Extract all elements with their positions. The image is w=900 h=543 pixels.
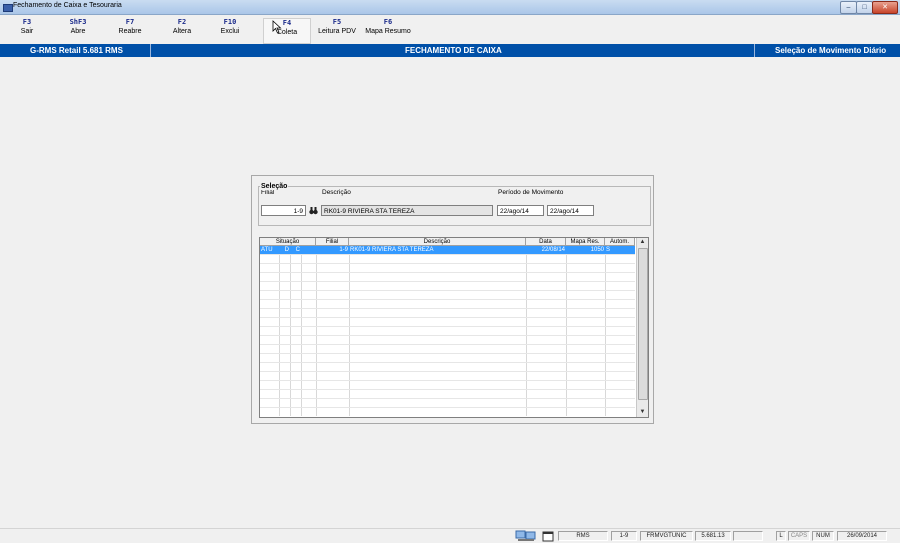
minimize-button[interactable]: –	[840, 1, 857, 14]
table-row[interactable]	[260, 354, 635, 363]
mapa-resumo-button[interactable]: F6 Mapa Resumo	[361, 18, 415, 42]
altera-button[interactable]: F2 Altera	[164, 18, 200, 42]
table-row[interactable]	[260, 372, 635, 381]
coleta-button[interactable]: F4 Coleta	[263, 18, 311, 44]
status-version: 5.681.13	[695, 531, 731, 541]
window-title: Fechamento de Caixa e Tesouraria	[13, 2, 122, 9]
title-bar: Fechamento de Caixa e Tesouraria – □ ✕	[0, 0, 900, 15]
table-row[interactable]	[260, 282, 635, 291]
periodo-label: Período de Movimento	[498, 189, 564, 196]
mouse-cursor-icon	[272, 20, 282, 34]
table-row[interactable]	[260, 291, 635, 300]
periodo-inicio-field[interactable]: 22/ago/14	[497, 205, 544, 216]
periodo-fim-field[interactable]: 22/ago/14	[547, 205, 594, 216]
selecao-group-label: Seleção	[260, 183, 289, 190]
table-row[interactable]	[260, 255, 635, 264]
table-row[interactable]	[260, 327, 635, 336]
selection-panel: Filial 1-9 Descrição RK01-9 RIVIERA STA …	[251, 175, 654, 424]
status-user: RMS	[558, 531, 608, 541]
status-filial: 1-9	[611, 531, 637, 541]
scroll-down-arrow-icon[interactable]: ▼	[637, 408, 648, 417]
table-row[interactable]: ATU D C 1-9 RK01-9 RIVIERA STA TEREZA 22…	[260, 246, 635, 255]
column-header-autom[interactable]: Autom.	[605, 238, 635, 246]
status-program: FRMVGTUNIC	[640, 531, 693, 541]
exclui-button[interactable]: F10 Exclui	[212, 18, 248, 42]
table-row[interactable]	[260, 309, 635, 318]
function-key-toolbar: F3 Sair ShF3 Abre F7 Reabre F2 Altera F10 Exc…	[0, 15, 900, 44]
network-computers-icon	[515, 530, 536, 541]
header-bar: G-RMS Retail 5.681 RMS FECHAMENTO DE CAI…	[0, 44, 900, 57]
page-title: FECHAMENTO DE CAIXA	[405, 46, 502, 55]
table-row[interactable]	[260, 381, 635, 390]
column-header-data[interactable]: Data	[526, 238, 566, 246]
table-row[interactable]	[260, 336, 635, 345]
status-l: L	[776, 531, 786, 541]
column-header-mapa-res[interactable]: Mapa Res.	[566, 238, 605, 246]
cell-situacao-c: C	[295, 247, 300, 253]
movimento-grid[interactable]: Situação Filial Descrição Data Mapa Res.…	[259, 237, 649, 418]
status-date: 26/09/2014	[837, 531, 887, 541]
binoculars-icon[interactable]	[309, 206, 318, 215]
leitura-pdv-button[interactable]: F5 Leitura PDV	[316, 18, 358, 42]
reabre-button[interactable]: F7 Reabre	[112, 18, 148, 42]
window-icon	[542, 531, 554, 542]
status-caps: CAPS	[788, 531, 810, 541]
page-context: Seleção de Movimento Diário	[775, 46, 887, 55]
table-row[interactable]	[260, 390, 635, 399]
column-header-descricao[interactable]: Descrição	[349, 238, 526, 246]
table-row[interactable]	[260, 264, 635, 273]
cell-filial: 1-9	[339, 247, 348, 253]
descricao-label: Descrição	[322, 189, 351, 196]
header-divider	[754, 44, 755, 57]
scroll-thumb[interactable]	[638, 248, 648, 400]
filial-field[interactable]: 1-9	[261, 205, 306, 216]
table-row[interactable]	[260, 300, 635, 309]
filial-label: Filial	[261, 189, 275, 196]
app-icon	[3, 4, 13, 12]
descricao-field: RK01-9 RIVIERA STA TEREZA	[321, 205, 493, 216]
header-divider	[150, 44, 151, 57]
sair-button[interactable]: F3 Sair	[12, 18, 42, 42]
cell-mapa-res: 1050	[590, 247, 604, 253]
table-row[interactable]	[260, 318, 635, 327]
cell-situacao: ATU	[261, 247, 273, 253]
vertical-scrollbar[interactable]: ▲ ▼	[636, 238, 648, 417]
selecao-group: Filial 1-9 Descrição RK01-9 RIVIERA STA …	[258, 186, 651, 226]
table-row[interactable]	[260, 273, 635, 282]
status-num: NUM	[812, 531, 834, 541]
column-header-filial[interactable]: Filial	[316, 238, 349, 246]
abre-button[interactable]: ShF3 Abre	[60, 18, 96, 42]
cell-descricao: RK01-9 RIVIERA STA TEREZA	[350, 247, 434, 253]
app-name: G-RMS Retail 5.681 RMS	[30, 46, 123, 55]
maximize-button[interactable]: □	[856, 1, 873, 14]
table-row[interactable]	[260, 399, 635, 408]
cell-situacao-d: D	[284, 247, 289, 253]
status-empty	[733, 531, 763, 541]
cell-data: 22/08/14	[541, 247, 565, 253]
scroll-up-arrow-icon[interactable]: ▲	[637, 238, 648, 247]
close-button[interactable]: ✕	[872, 1, 898, 14]
status-bar: RMS 1-9 FRMVGTUNIC 5.681.13 L CAPS NUM 2…	[0, 528, 900, 543]
table-row[interactable]	[260, 345, 635, 354]
column-header-situacao[interactable]: Situação	[260, 238, 316, 246]
table-row[interactable]	[260, 363, 635, 372]
cell-autom: S	[606, 247, 611, 253]
